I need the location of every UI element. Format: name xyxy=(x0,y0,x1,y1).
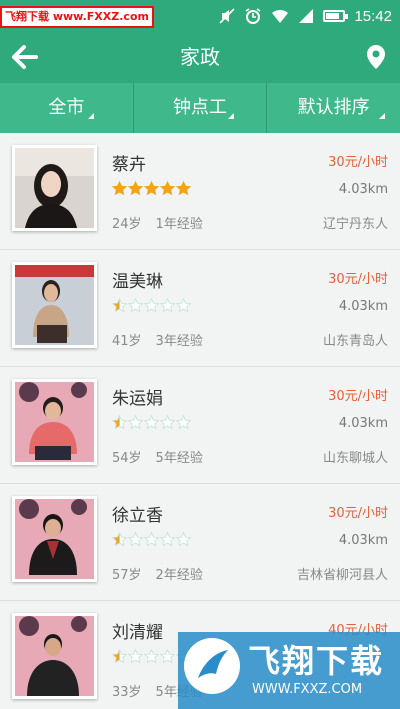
wifi-icon xyxy=(272,9,289,23)
worker-name: 蔡卉 xyxy=(112,155,146,175)
star-filled-icon xyxy=(176,181,191,196)
rating-stars xyxy=(112,415,191,430)
worker-experience: 1年经验 xyxy=(155,217,203,232)
worker-price: 30元/小时 xyxy=(328,389,388,404)
alarm-icon xyxy=(246,8,261,24)
star-filled-icon xyxy=(112,298,127,313)
worker-age: 57岁 xyxy=(112,568,142,583)
star-empty-icon xyxy=(128,415,143,430)
star-empty-icon xyxy=(160,415,175,430)
worker-name: 徐立香 xyxy=(112,506,163,526)
star-empty-icon xyxy=(144,415,159,430)
star-filled-icon xyxy=(112,181,127,196)
worker-photo xyxy=(12,379,97,465)
worker-photo xyxy=(12,145,97,231)
worker-name: 刘清耀 xyxy=(112,623,163,643)
worker-age: 33岁 xyxy=(112,685,142,700)
star-empty-icon xyxy=(128,649,143,664)
filter-type-label: 钟点工 xyxy=(173,97,227,118)
worker-price: 30元/小时 xyxy=(328,155,388,170)
filter-sort-label: 默认排序 xyxy=(297,97,370,118)
worker-photo xyxy=(12,613,97,699)
list-item[interactable]: 朱运娟 54岁 5年经验 30元/小时 4.03km 山东聊城人 xyxy=(0,367,400,484)
worker-origin: 吉林省柳河县人 xyxy=(296,568,388,583)
star-empty-icon xyxy=(176,298,191,313)
worker-origin: 山东青岛人 xyxy=(322,334,388,349)
star-empty-icon xyxy=(144,532,159,547)
filter-sort[interactable]: 默认排序 xyxy=(266,83,400,133)
filter-area[interactable]: 全市 xyxy=(0,83,133,133)
star-filled-icon xyxy=(144,181,159,196)
worker-photo xyxy=(12,262,97,348)
worker-meta: 41岁 3年经验 xyxy=(112,330,203,349)
worker-photo xyxy=(12,496,97,582)
star-empty-icon xyxy=(144,298,159,313)
status-bar: 飞翔下载 www.FXXZ.com 15:42 xyxy=(0,0,400,32)
map-pin-icon[interactable] xyxy=(364,44,388,70)
worker-distance: 4.03km xyxy=(338,299,388,314)
watermark-label: 飞翔下载 www.FXXZ.com xyxy=(0,6,154,28)
star-empty-icon xyxy=(128,532,143,547)
list-item[interactable]: 温美琳 41岁 3年经验 30元/小时 4.03km 山东青岛人 xyxy=(0,250,400,367)
rating-stars xyxy=(112,298,191,313)
watermark-title: 飞翔下载 xyxy=(248,642,385,680)
worker-price: 30元/小时 xyxy=(328,506,388,521)
worker-origin: 山东聊城人 xyxy=(322,451,388,466)
watermark-url: WWW.FXXZ.COM xyxy=(252,682,363,697)
star-empty-icon xyxy=(144,649,159,664)
page-title: 家政 xyxy=(180,45,220,69)
dropdown-triangle-icon xyxy=(379,113,386,119)
worker-list: 蔡卉 24岁 1年经验 30元/小时 4.03km 辽宁丹东人 温美琳 41岁 3年… xyxy=(0,133,400,709)
worker-name: 朱运娟 xyxy=(112,389,163,409)
worker-distance: 4.03km xyxy=(338,533,388,548)
battery-icon xyxy=(323,10,349,22)
star-empty-icon xyxy=(160,298,175,313)
filter-area-label: 全市 xyxy=(48,97,85,118)
worker-distance: 4.03km xyxy=(338,416,388,431)
star-filled-icon xyxy=(160,181,175,196)
dropdown-triangle-icon xyxy=(227,113,234,119)
app-bar: 家政 xyxy=(0,32,400,82)
worker-age: 24岁 xyxy=(112,217,142,232)
worker-origin: 辽宁丹东人 xyxy=(322,217,388,232)
rating-stars xyxy=(112,532,191,547)
worker-name: 温美琳 xyxy=(112,272,163,292)
bottom-watermark: 飞翔下载 WWW.FXXZ.COM xyxy=(178,632,400,709)
rating-stars xyxy=(112,181,191,196)
worker-experience: 2年经验 xyxy=(155,568,203,583)
status-icons: 15:42 xyxy=(219,0,392,32)
star-empty-icon xyxy=(160,649,175,664)
star-empty-icon xyxy=(176,532,191,547)
status-time: 15:42 xyxy=(354,7,392,25)
filter-type[interactable]: 钟点工 xyxy=(132,83,267,133)
mute-icon xyxy=(219,8,236,24)
star-filled-icon xyxy=(112,415,127,430)
star-empty-icon xyxy=(160,532,175,547)
list-item[interactable]: 蔡卉 24岁 1年经验 30元/小时 4.03km 辽宁丹东人 xyxy=(0,133,400,250)
worker-meta: 54岁 5年经验 xyxy=(112,447,203,466)
worker-distance: 4.03km xyxy=(338,182,388,197)
star-filled-icon xyxy=(112,649,127,664)
list-item[interactable]: 徐立香 57岁 2年经验 30元/小时 4.03km 吉林省柳河县人 xyxy=(0,484,400,601)
filter-bar: 全市 钟点工 默认排序 xyxy=(0,82,400,133)
worker-price: 30元/小时 xyxy=(328,272,388,287)
worker-meta: 24岁 1年经验 xyxy=(112,213,203,232)
worker-experience: 5年经验 xyxy=(155,451,203,466)
fxxz-logo-icon xyxy=(184,638,240,694)
star-empty-icon xyxy=(176,415,191,430)
worker-experience: 3年经验 xyxy=(155,334,203,349)
star-empty-icon xyxy=(128,298,143,313)
worker-age: 54岁 xyxy=(112,451,142,466)
dropdown-triangle-icon xyxy=(88,113,94,119)
star-filled-icon xyxy=(112,532,127,547)
signal-icon xyxy=(299,9,314,23)
star-filled-icon xyxy=(128,181,143,196)
worker-age: 41岁 xyxy=(112,334,142,349)
worker-meta: 57岁 2年经验 xyxy=(112,564,203,583)
